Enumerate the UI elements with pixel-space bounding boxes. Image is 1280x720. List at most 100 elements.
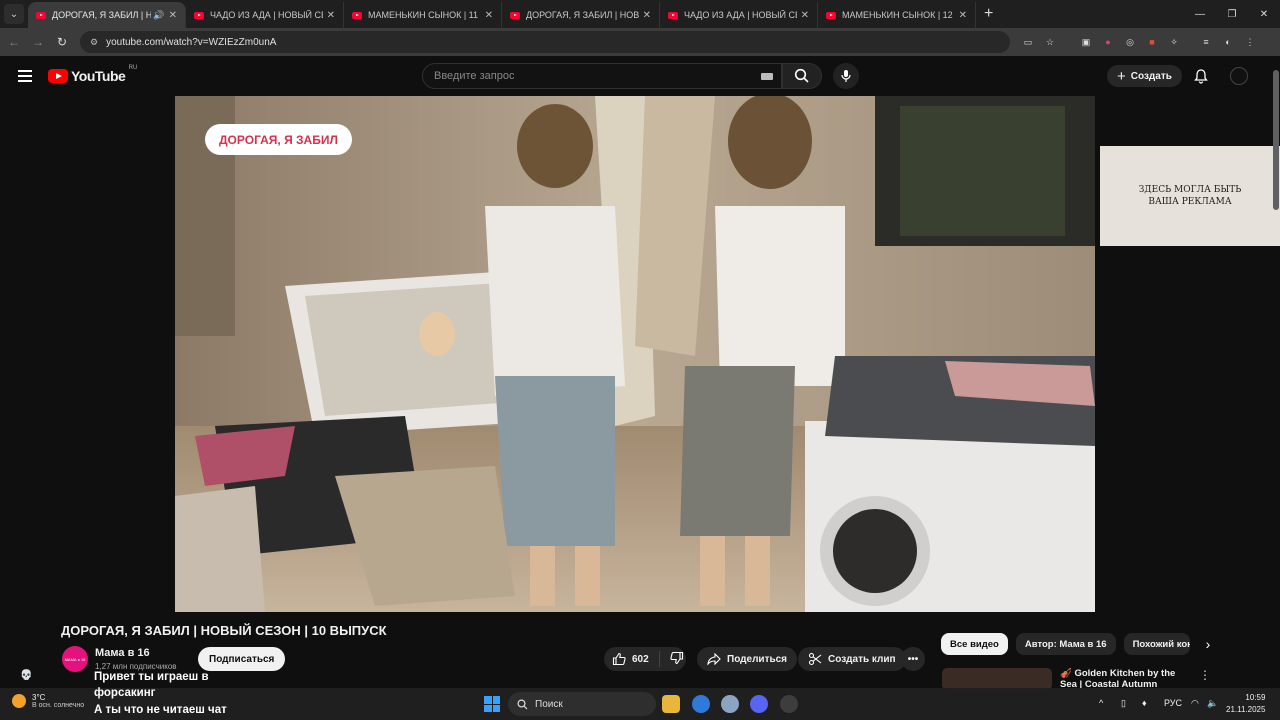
tab-3[interactable]: МАМЕНЬКИН СЫНОК | 11 ВЫП✕ xyxy=(344,2,502,28)
recommended-thumbnail[interactable] xyxy=(942,668,1052,690)
keyboard-icon[interactable] xyxy=(761,73,773,80)
taskbar-search[interactable]: Поиск xyxy=(508,692,656,716)
close-tab-icon[interactable]: ✕ xyxy=(485,10,493,21)
tab-2[interactable]: ЧАДО ИЗ АДА | НОВЫЙ СЕЗОН✕ xyxy=(186,2,344,28)
share-button[interactable]: Поделиться xyxy=(697,647,798,671)
speaker-icon[interactable]: 🔊 xyxy=(153,10,164,21)
extension-4-icon[interactable]: ■ xyxy=(1146,36,1158,48)
app-icon[interactable] xyxy=(721,695,739,713)
tab-5[interactable]: ЧАДО ИЗ АДА | НОВЫЙ СЕЗОН✕ xyxy=(660,2,818,28)
account-avatar[interactable] xyxy=(1230,67,1248,85)
minimize-icon[interactable]: — xyxy=(1184,0,1216,28)
url-text: youtube.com/watch?v=WZIEzZm0unA xyxy=(106,36,277,48)
close-tab-icon[interactable]: ✕ xyxy=(643,10,651,21)
chevron-right-icon[interactable]: › xyxy=(1206,636,1211,652)
youtube-favicon-icon xyxy=(36,11,46,19)
youtube-favicon-icon xyxy=(352,11,362,19)
create-clip-button[interactable]: Создать клип xyxy=(798,647,906,671)
close-tab-icon[interactable]: ✕ xyxy=(169,10,177,21)
weather-widget[interactable]: 3°C В осн. солнечно xyxy=(12,693,84,709)
scrollbar-thumb[interactable] xyxy=(1273,70,1279,210)
site-info-icon[interactable]: ⚙ xyxy=(90,37,98,48)
chip-author[interactable]: Автор: Мама в 16 xyxy=(1015,633,1116,655)
youtube-favicon-icon xyxy=(194,11,204,19)
bookmark-star-icon[interactable]: ☆ xyxy=(1044,36,1056,48)
cast-icon[interactable]: ▭ xyxy=(1022,36,1034,48)
subscribe-button[interactable]: Подписаться xyxy=(198,647,286,671)
window-controls: — ❐ ✕ xyxy=(1184,0,1280,28)
video-player[interactable] xyxy=(175,96,1095,612)
back-icon[interactable]: ← xyxy=(2,35,26,49)
usb-icon[interactable]: ▯ xyxy=(1121,698,1126,709)
extension-3-icon[interactable]: ◎ xyxy=(1124,36,1136,48)
steam-icon[interactable] xyxy=(780,695,798,713)
browser-tab-strip: ⌄ ДОРОГАЯ, Я ЗАБИЛ | НОВЫ🔊✕ ЧАДО ИЗ АДА … xyxy=(0,0,1280,28)
address-toolbar: ← → ↻ ⚙ youtube.com/watch?v=WZIEzZm0unA … xyxy=(0,28,1280,56)
scissors-icon xyxy=(808,652,822,666)
channel-name[interactable]: Мама в 16 xyxy=(95,647,150,659)
like-button[interactable]: 602 xyxy=(604,651,660,667)
extensions-puzzle-icon[interactable]: ✧ xyxy=(1168,36,1180,48)
youtube-favicon-icon xyxy=(826,11,836,19)
video-frame xyxy=(175,96,1095,612)
wifi-icon[interactable]: ◠ xyxy=(1191,698,1199,709)
language-indicator[interactable]: РУС xyxy=(1164,698,1182,708)
chat-avatar-skull-icon: 💀 xyxy=(20,670,33,681)
recommendation-filters: Все видео Автор: Мама в 16 Похожий конт … xyxy=(941,633,1210,655)
bell-icon xyxy=(1194,69,1208,84)
discord-icon[interactable] xyxy=(750,695,768,713)
channel-avatar[interactable]: МАМА в 16 xyxy=(62,646,88,672)
youtube-play-icon xyxy=(48,69,68,83)
tab-6[interactable]: МАМЕНЬКИН СЫНОК | 12 ВЫП✕ xyxy=(818,2,976,28)
chat-message: Привет ты играеш в форсакинг xyxy=(94,671,209,699)
chip-all-videos[interactable]: Все видео xyxy=(941,633,1008,655)
tray-overflow-icon[interactable]: ^ xyxy=(1099,698,1103,708)
voice-search-button[interactable] xyxy=(833,63,859,89)
extension-2-icon[interactable]: ● xyxy=(1102,36,1114,48)
reload-icon[interactable]: ↻ xyxy=(50,35,74,49)
recommended-menu-icon[interactable]: ⋮ xyxy=(1199,668,1211,682)
create-button[interactable]: + Создать xyxy=(1107,65,1182,87)
notifications-button[interactable] xyxy=(1193,68,1209,89)
tab-4[interactable]: ДОРОГАЯ, Я ЗАБИЛ | НОВЫЙ С✕ xyxy=(502,2,660,28)
plus-icon: + xyxy=(1117,67,1126,85)
new-tab-button[interactable]: + xyxy=(984,5,993,23)
search-input[interactable]: Введите запрос xyxy=(422,63,782,89)
thumbs-down-icon xyxy=(670,651,683,664)
profile-icon[interactable]: ◐ xyxy=(1222,36,1234,48)
url-bar[interactable]: ⚙ youtube.com/watch?v=WZIEzZm0unA xyxy=(80,31,1010,53)
ad-banner[interactable]: ЗДЕСЬ МОГЛА БЫТЬ ВАША РЕКЛАМА xyxy=(1100,146,1280,246)
more-actions-button[interactable]: ••• xyxy=(901,647,925,671)
toolbar-extensions: ▭ ☆ ▣ ● ◎ ■ ✧ ≡ ◐ ⋮ xyxy=(1022,36,1256,48)
youtube-logo[interactable]: YouTube RU xyxy=(48,65,137,84)
forward-icon[interactable]: → xyxy=(26,35,50,49)
reading-list-icon[interactable]: ≡ xyxy=(1200,36,1212,48)
chrome-icon[interactable] xyxy=(692,695,710,713)
close-tab-icon[interactable]: ✕ xyxy=(959,10,967,21)
restore-icon[interactable]: ❐ xyxy=(1216,0,1248,28)
youtube-favicon-icon xyxy=(668,11,678,19)
tab-search-icon[interactable]: ⌄ xyxy=(4,4,24,24)
tray-mic-icon[interactable]: ♦ xyxy=(1142,698,1147,708)
close-window-icon[interactable]: ✕ xyxy=(1248,0,1280,28)
extension-1-icon[interactable]: ▣ xyxy=(1080,36,1092,48)
windows-start-icon[interactable] xyxy=(484,696,500,712)
chrome-menu-icon[interactable]: ⋮ xyxy=(1244,36,1256,48)
system-clock[interactable]: 10:59 21.11.2025 xyxy=(1226,692,1265,716)
tab-1[interactable]: ДОРОГАЯ, Я ЗАБИЛ | НОВЫ🔊✕ xyxy=(28,2,186,28)
page-scrollbar[interactable] xyxy=(1272,60,1280,710)
share-icon xyxy=(707,653,721,665)
search-icon xyxy=(517,698,528,709)
close-tab-icon[interactable]: ✕ xyxy=(327,10,335,21)
close-tab-icon[interactable]: ✕ xyxy=(801,10,809,21)
dislike-button[interactable] xyxy=(660,651,684,668)
file-explorer-icon[interactable] xyxy=(662,695,680,713)
volume-icon[interactable]: 🔈 xyxy=(1207,698,1218,709)
search-button[interactable] xyxy=(782,63,822,89)
youtube-header: YouTube RU Введите запрос + Создать xyxy=(0,56,1280,96)
recommended-title[interactable]: 🎻 Golden Kitchen by the Sea | Coastal Au… xyxy=(1060,668,1190,690)
chat-message: А ты что не читаеш чат xyxy=(94,704,227,716)
chip-similar[interactable]: Похожий конт xyxy=(1123,633,1190,655)
weather-sun-icon xyxy=(12,694,26,708)
menu-icon[interactable] xyxy=(18,70,32,82)
